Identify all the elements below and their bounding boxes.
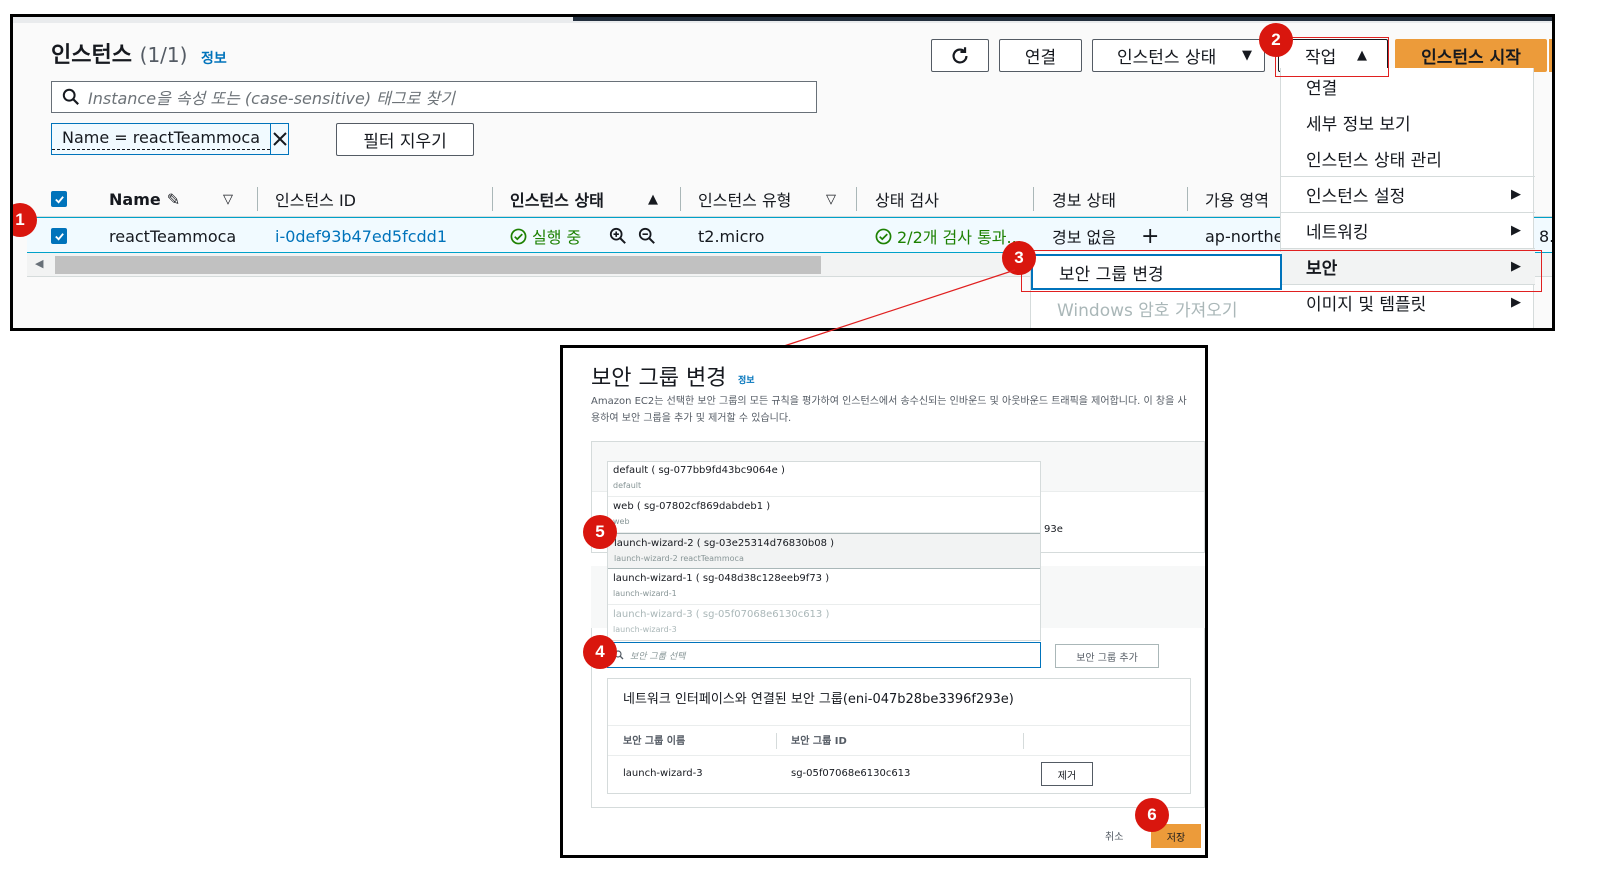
associated-sg-title: 네트워크 인터페이스와 연결된 보안 그룹(eni-047b28be3396f2… — [623, 692, 1014, 707]
sg-option-default[interactable]: default ( sg-077bb9fd43bc9064e ) default — [607, 461, 1041, 497]
callout-badge-6: 6 — [1135, 798, 1169, 832]
sg-name-column-header: 보안 그룹 이름 — [623, 736, 686, 747]
modal-description: Amazon EC2는 선택한 보안 그룹의 모든 규칙을 평가하여 인스턴스에… — [591, 396, 1187, 424]
callout-badge-5: 5 — [583, 515, 617, 549]
remove-sg-button[interactable]: 제거 — [1041, 762, 1093, 786]
cancel-button[interactable]: 취소 — [1105, 828, 1123, 843]
add-security-group-button[interactable]: 보안 그룹 추가 — [1055, 644, 1159, 668]
partial-instance-id: 93e — [1044, 524, 1063, 535]
sg-option-launch-wizard-2[interactable]: launch-wizard-2 ( sg-03e25314d76830b08 )… — [607, 533, 1041, 569]
sg-id-column-header: 보안 그룹 ID — [791, 736, 847, 747]
sg-option-launch-wizard-3: launch-wizard-3 ( sg-05f07068e6130c613 )… — [607, 605, 1041, 641]
sg-search-placeholder: 보안 그룹 선택 — [630, 651, 686, 662]
sg-row-name: launch-wizard-3 — [623, 768, 703, 779]
modal-info-link[interactable]: 정보 — [738, 373, 755, 386]
sg-search-input[interactable]: 보안 그룹 선택 — [607, 642, 1041, 668]
sg-option-launch-wizard-1[interactable]: launch-wizard-1 ( sg-048d38c128eeb9f73 )… — [607, 569, 1041, 605]
change-security-groups-panel: 보안 그룹 변경 정보 Amazon EC2는 선택한 보안 그룹의 모든 규칙… — [560, 345, 1208, 858]
sg-row-id: sg-05f07068e6130c613 — [791, 768, 911, 779]
callout-badge-4: 4 — [583, 635, 617, 669]
modal-title: 보안 그룹 변경 — [591, 366, 727, 391]
sg-option-web[interactable]: web ( sg-07802cf869dabdeb1 ) web — [607, 497, 1041, 533]
